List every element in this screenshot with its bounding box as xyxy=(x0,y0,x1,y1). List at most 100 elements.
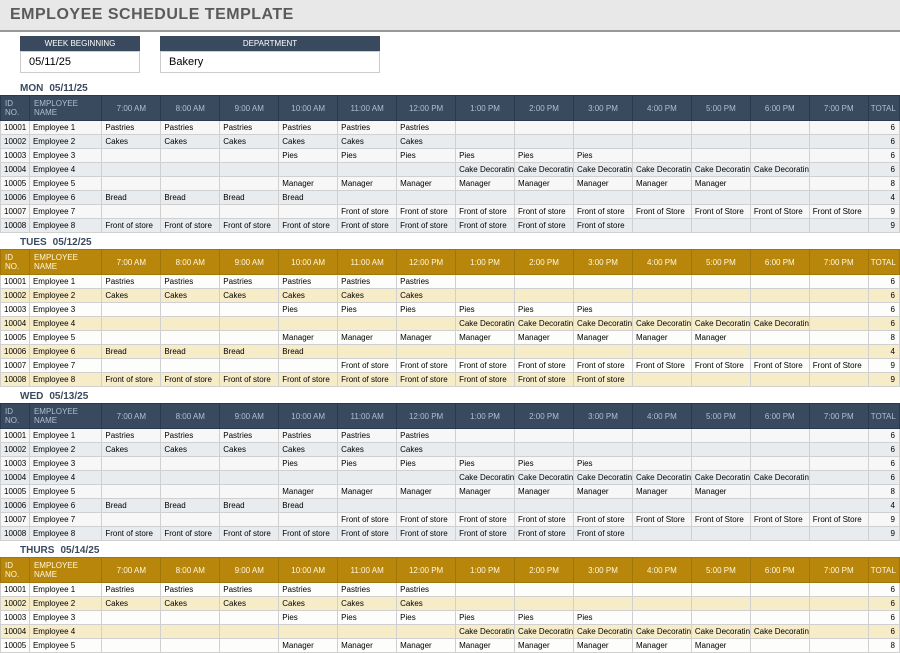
cell-task[interactable]: Pies xyxy=(456,303,515,317)
cell-task[interactable] xyxy=(809,625,868,639)
cell-task[interactable] xyxy=(456,289,515,303)
cell-task[interactable] xyxy=(338,317,397,331)
cell-task[interactable] xyxy=(573,499,632,513)
cell-task[interactable] xyxy=(161,513,220,527)
cell-task[interactable]: Cake Decorating xyxy=(632,471,691,485)
cell-task[interactable]: Front of store xyxy=(573,205,632,219)
department-value[interactable]: Bakery xyxy=(160,51,380,73)
cell-task[interactable]: Front of store xyxy=(456,513,515,527)
cell-task[interactable]: Front of store xyxy=(397,359,456,373)
cell-task[interactable]: Bread xyxy=(220,191,279,205)
cell-task[interactable] xyxy=(809,429,868,443)
cell-task[interactable]: Manager xyxy=(397,485,456,499)
cell-task[interactable]: Manager xyxy=(397,177,456,191)
cell-task[interactable] xyxy=(750,429,809,443)
cell-task[interactable] xyxy=(161,303,220,317)
cell-task[interactable]: Manager xyxy=(279,331,338,345)
cell-task[interactable]: Pastries xyxy=(338,583,397,597)
cell-task[interactable] xyxy=(691,303,750,317)
cell-task[interactable] xyxy=(515,191,574,205)
cell-task[interactable]: Front of store xyxy=(338,205,397,219)
cell-task[interactable] xyxy=(750,583,809,597)
cell-task[interactable]: Front of Store xyxy=(632,513,691,527)
cell-task[interactable]: Cakes xyxy=(161,443,220,457)
cell-task[interactable]: Cake Decorating xyxy=(573,163,632,177)
cell-task[interactable] xyxy=(397,625,456,639)
cell-task[interactable] xyxy=(809,149,868,163)
cell-task[interactable]: Pastries xyxy=(338,275,397,289)
cell-name[interactable]: Employee 7 xyxy=(29,205,101,219)
cell-task[interactable]: Manager xyxy=(632,177,691,191)
cell-task[interactable] xyxy=(573,429,632,443)
cell-id[interactable]: 10001 xyxy=(1,429,30,443)
cell-task[interactable]: Pies xyxy=(338,303,397,317)
cell-task[interactable]: Manager xyxy=(573,639,632,653)
cell-task[interactable] xyxy=(161,205,220,219)
cell-name[interactable]: Employee 3 xyxy=(29,149,101,163)
cell-task[interactable]: Cakes xyxy=(220,289,279,303)
cell-task[interactable]: Pastries xyxy=(338,121,397,135)
cell-task[interactable]: Bread xyxy=(102,345,161,359)
cell-task[interactable] xyxy=(220,205,279,219)
cell-id[interactable]: 10006 xyxy=(1,345,30,359)
cell-name[interactable]: Employee 8 xyxy=(29,527,101,541)
cell-task[interactable] xyxy=(338,191,397,205)
cell-task[interactable]: Pies xyxy=(397,149,456,163)
cell-task[interactable]: Front of Store xyxy=(809,359,868,373)
cell-task[interactable] xyxy=(515,597,574,611)
cell-task[interactable] xyxy=(220,625,279,639)
cell-id[interactable]: 10008 xyxy=(1,527,30,541)
cell-task[interactable]: Manager xyxy=(279,639,338,653)
cell-task[interactable] xyxy=(750,597,809,611)
cell-name[interactable]: Employee 1 xyxy=(29,275,101,289)
cell-task[interactable] xyxy=(102,177,161,191)
cell-name[interactable]: Employee 4 xyxy=(29,317,101,331)
cell-task[interactable] xyxy=(632,457,691,471)
cell-task[interactable]: Front of store xyxy=(161,219,220,233)
cell-task[interactable]: Cakes xyxy=(397,443,456,457)
cell-task[interactable] xyxy=(632,527,691,541)
cell-task[interactable] xyxy=(691,135,750,149)
cell-task[interactable]: Bread xyxy=(279,499,338,513)
cell-task[interactable] xyxy=(632,443,691,457)
cell-task[interactable]: Front of Store xyxy=(750,359,809,373)
cell-task[interactable] xyxy=(691,611,750,625)
cell-task[interactable]: Pastries xyxy=(220,121,279,135)
cell-task[interactable]: Pastries xyxy=(102,429,161,443)
cell-task[interactable]: Manager xyxy=(338,177,397,191)
cell-task[interactable]: Pastries xyxy=(161,583,220,597)
cell-task[interactable]: Manager xyxy=(691,177,750,191)
cell-task[interactable]: Manager xyxy=(338,639,397,653)
cell-task[interactable] xyxy=(750,443,809,457)
cell-task[interactable]: Manager xyxy=(691,639,750,653)
cell-task[interactable]: Front of store xyxy=(279,219,338,233)
cell-task[interactable]: Cake Decorating xyxy=(515,163,574,177)
cell-task[interactable]: Manager xyxy=(279,485,338,499)
cell-task[interactable]: Front of store xyxy=(515,219,574,233)
cell-task[interactable]: Bread xyxy=(161,191,220,205)
cell-id[interactable]: 10002 xyxy=(1,135,30,149)
cell-task[interactable] xyxy=(456,597,515,611)
cell-task[interactable] xyxy=(573,583,632,597)
cell-name[interactable]: Employee 6 xyxy=(29,191,101,205)
cell-task[interactable] xyxy=(397,345,456,359)
cell-task[interactable]: Cakes xyxy=(161,597,220,611)
cell-task[interactable] xyxy=(691,191,750,205)
cell-task[interactable]: Front of store xyxy=(456,219,515,233)
cell-task[interactable]: Manager xyxy=(338,485,397,499)
cell-task[interactable] xyxy=(102,163,161,177)
cell-task[interactable]: Pies xyxy=(397,457,456,471)
cell-task[interactable]: Front of store xyxy=(456,527,515,541)
cell-task[interactable] xyxy=(397,163,456,177)
cell-task[interactable] xyxy=(515,345,574,359)
cell-task[interactable]: Front of store xyxy=(338,513,397,527)
cell-name[interactable]: Employee 5 xyxy=(29,331,101,345)
cell-task[interactable]: Cakes xyxy=(102,135,161,149)
cell-name[interactable]: Employee 5 xyxy=(29,177,101,191)
cell-task[interactable] xyxy=(632,121,691,135)
cell-task[interactable] xyxy=(809,289,868,303)
cell-task[interactable]: Cakes xyxy=(220,135,279,149)
cell-id[interactable]: 10006 xyxy=(1,499,30,513)
cell-id[interactable]: 10005 xyxy=(1,639,30,653)
cell-name[interactable]: Employee 8 xyxy=(29,373,101,387)
